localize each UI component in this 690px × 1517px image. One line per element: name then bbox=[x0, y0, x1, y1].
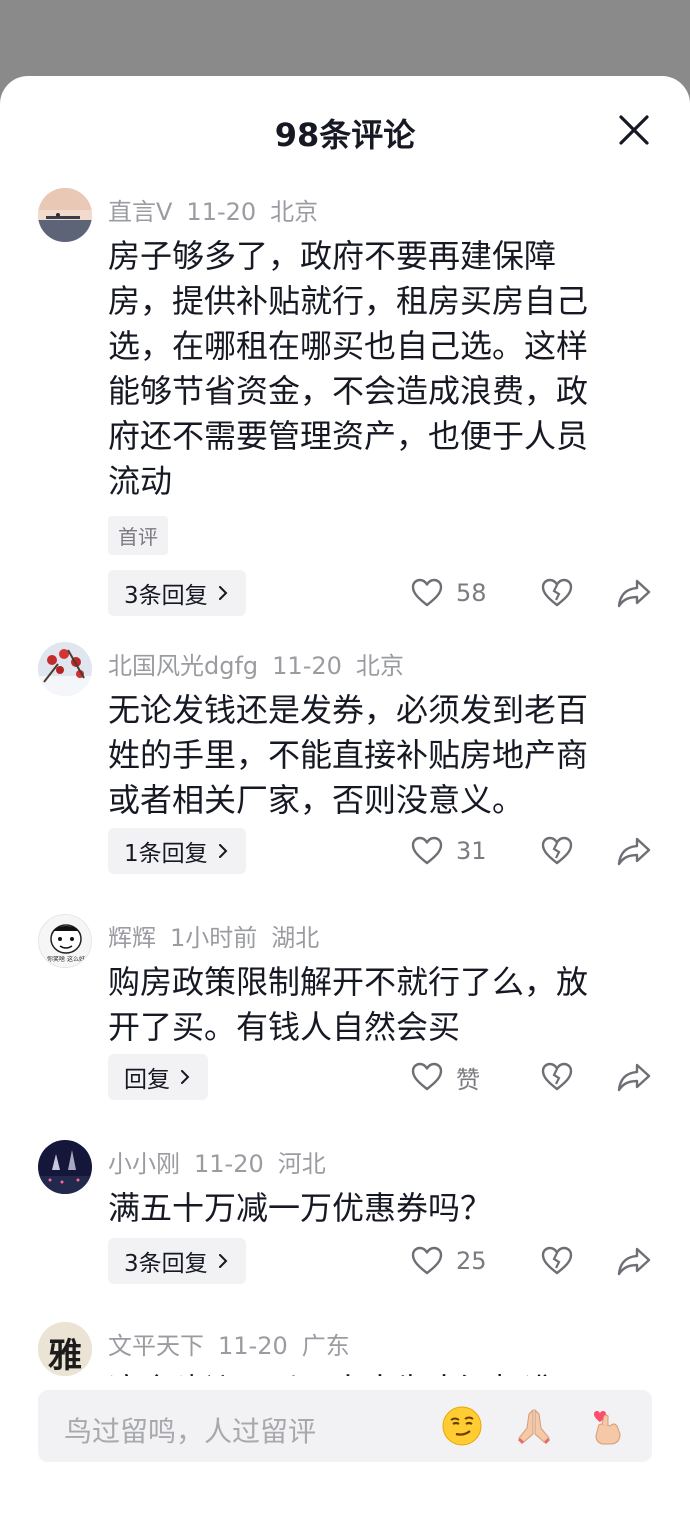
share-icon[interactable] bbox=[616, 833, 652, 869]
heart-icon bbox=[411, 578, 443, 607]
comment-item: 雅 文平天下 11-20 广东 这个建议，以工人出为大河标准 bbox=[0, 1322, 690, 1376]
comment-text[interactable]: 房子够多了，政府不要再建保障 房，提供补贴就行，租房买房自己 选，在哪租在哪买也… bbox=[108, 234, 638, 504]
username[interactable]: 辉辉 bbox=[108, 924, 156, 952]
like-count: 25 bbox=[456, 1247, 487, 1275]
comment-date: 11-20 bbox=[218, 1332, 288, 1360]
comment-line: 房子够多了，政府不要再建保障 bbox=[108, 237, 557, 275]
comment-location: 北京 bbox=[270, 198, 319, 226]
reply-button[interactable]: 回复 bbox=[108, 1054, 208, 1100]
like-count: 赞 bbox=[456, 1065, 480, 1094]
share-icon[interactable] bbox=[616, 1059, 652, 1095]
comment-line: 满五十万减一万优惠券吗？ bbox=[108, 1189, 493, 1227]
comment-date: 11-20 bbox=[186, 198, 257, 226]
comments-sheet: 98条评论 直言V 11-20 北京 房子够多了，政府不要再建保障 房，提供补贴… bbox=[0, 76, 690, 1517]
share-icon[interactable] bbox=[616, 1243, 652, 1279]
comment-date: 11-20 bbox=[272, 652, 342, 680]
comment-meta: 辉辉 1小时前 湖北 bbox=[108, 918, 333, 953]
comment-actions: 31 bbox=[410, 828, 652, 874]
like-button[interactable]: 31 bbox=[410, 834, 530, 868]
comment-text[interactable]: 购房政策限制解开不就行了么，放 开了买。有钱人自然会买 bbox=[108, 960, 638, 1050]
share-icon[interactable] bbox=[616, 575, 652, 611]
comment-date: 1小时前 bbox=[170, 924, 258, 952]
comment-location: 广东 bbox=[301, 1332, 350, 1360]
username[interactable]: 小小刚 bbox=[108, 1150, 180, 1178]
like-count: 58 bbox=[456, 579, 487, 607]
like-button[interactable]: 58 bbox=[410, 576, 530, 610]
avatar[interactable] bbox=[38, 1140, 92, 1194]
avatar-caption: 你笑啥 这么好 bbox=[47, 956, 85, 963]
sheet-header: 98条评论 bbox=[0, 76, 690, 186]
comment-meta: 直言V 11-20 北京 bbox=[108, 192, 332, 227]
like-count: 31 bbox=[456, 837, 487, 865]
comment-meta: 文平天下 11-20 广东 bbox=[108, 1326, 364, 1361]
comment-location: 湖北 bbox=[271, 924, 320, 952]
broken-heart-icon[interactable] bbox=[540, 834, 574, 868]
chevron-right-icon bbox=[218, 586, 228, 600]
comment-actions: 58 bbox=[410, 570, 652, 616]
reply-label: 3条回复 bbox=[124, 583, 208, 609]
avatar[interactable] bbox=[38, 188, 92, 242]
broken-heart-icon[interactable] bbox=[540, 1060, 574, 1094]
heart-icon bbox=[411, 836, 443, 865]
avatar-calligraphy: 雅 bbox=[48, 1336, 82, 1376]
comment-input-bar[interactable]: 鸟过留鸣，人过留评 bbox=[38, 1390, 652, 1462]
chevron-right-icon bbox=[218, 1254, 228, 1268]
like-button[interactable]: 25 bbox=[410, 1244, 530, 1278]
reply-label: 3条回复 bbox=[124, 1251, 208, 1277]
praying-hands-emoji[interactable] bbox=[512, 1404, 556, 1448]
comment-location: 河北 bbox=[277, 1150, 326, 1178]
heart-icon bbox=[411, 1246, 443, 1275]
comment-location: 北京 bbox=[355, 652, 404, 680]
view-replies-button[interactable]: 1条回复 bbox=[108, 828, 246, 874]
username[interactable]: 文平天下 bbox=[108, 1332, 204, 1360]
broken-heart-icon[interactable] bbox=[540, 1244, 574, 1278]
comment-line: 购房政策限制解开不就行了么，放 bbox=[108, 963, 589, 1001]
comment-item: 小小刚 11-20 河北 满五十万减一万优惠券吗？ 3条回复 25 bbox=[0, 1140, 690, 1310]
comment-line: 府还不需要管理资产，也便于人员 bbox=[108, 417, 589, 455]
view-replies-button[interactable]: 3条回复 bbox=[108, 570, 246, 616]
comment-text[interactable]: 满五十万减一万优惠券吗？ bbox=[108, 1186, 638, 1231]
comment-line: 能够节省资金，不会造成浪费，政 bbox=[108, 372, 589, 410]
comment-actions: 赞 bbox=[410, 1054, 652, 1100]
smirk-face-emoji[interactable] bbox=[440, 1404, 484, 1448]
view-replies-button[interactable]: 3条回复 bbox=[108, 1238, 246, 1284]
avatar[interactable] bbox=[38, 642, 92, 696]
heart-icon bbox=[411, 1062, 443, 1091]
comment-line: 选，在哪租在哪买也自己选。这样 bbox=[108, 327, 589, 365]
comment-text[interactable]: 无论发钱还是发券，必须发到老百 姓的手里，不能直接补贴房地产商 或者相关厂家，否… bbox=[108, 688, 638, 823]
username[interactable]: 直言V bbox=[108, 198, 172, 226]
finger-heart-emoji[interactable] bbox=[584, 1404, 628, 1448]
comment-line: 这个建议，以工人出为大河标准 bbox=[108, 1368, 638, 1376]
comment-text[interactable]: 这个建议，以工人出为大河标准 bbox=[108, 1368, 638, 1376]
comment-item: 直言V 11-20 北京 房子够多了，政府不要再建保障 房，提供补贴就行，租房买房自… bbox=[0, 188, 690, 628]
comment-line: 开了买。有钱人自然会买 bbox=[108, 1008, 461, 1046]
comment-line: 姓的手里，不能直接补贴房地产商 bbox=[108, 736, 589, 774]
comment-meta: 小小刚 11-20 河北 bbox=[108, 1144, 340, 1179]
avatar[interactable]: 你笑啥 这么好 bbox=[38, 914, 92, 968]
comment-line: 或者相关厂家，否则没意义。 bbox=[108, 781, 525, 819]
first-comment-badge: 首评 bbox=[108, 516, 168, 555]
comment-date: 11-20 bbox=[194, 1150, 264, 1178]
comment-list[interactable]: 直言V 11-20 北京 房子够多了，政府不要再建保障 房，提供补贴就行，租房买房自… bbox=[0, 182, 690, 1376]
reply-label: 1条回复 bbox=[124, 841, 208, 867]
comment-meta: 北国风光dgfg 11-20 北京 bbox=[108, 646, 418, 681]
like-button[interactable]: 赞 bbox=[410, 1060, 530, 1095]
comment-item: 北国风光dgfg 11-20 北京 无论发钱还是发券，必须发到老百 姓的手里，不能直… bbox=[0, 642, 690, 912]
avatar[interactable]: 雅 bbox=[38, 1322, 92, 1376]
chevron-right-icon bbox=[181, 1070, 190, 1084]
comment-item: 你笑啥 这么好 辉辉 1小时前 湖北 购房政策限制解开不就行了么，放 开了买。有钱人… bbox=[0, 914, 690, 1124]
close-icon[interactable] bbox=[616, 112, 652, 148]
username[interactable]: 北国风光dgfg bbox=[108, 652, 258, 680]
reply-label: 回复 bbox=[124, 1067, 170, 1093]
comment-count-title: 98条评论 bbox=[274, 116, 416, 154]
chevron-right-icon bbox=[218, 844, 228, 858]
comment-actions: 25 bbox=[410, 1238, 652, 1284]
comment-line: 流动 bbox=[108, 462, 173, 500]
comment-input[interactable]: 鸟过留鸣，人过留评 bbox=[64, 1410, 316, 1450]
comment-line: 房，提供补贴就行，租房买房自己 bbox=[108, 282, 589, 320]
comment-line: 无论发钱还是发券，必须发到老百 bbox=[108, 691, 589, 729]
broken-heart-icon[interactable] bbox=[540, 576, 574, 610]
